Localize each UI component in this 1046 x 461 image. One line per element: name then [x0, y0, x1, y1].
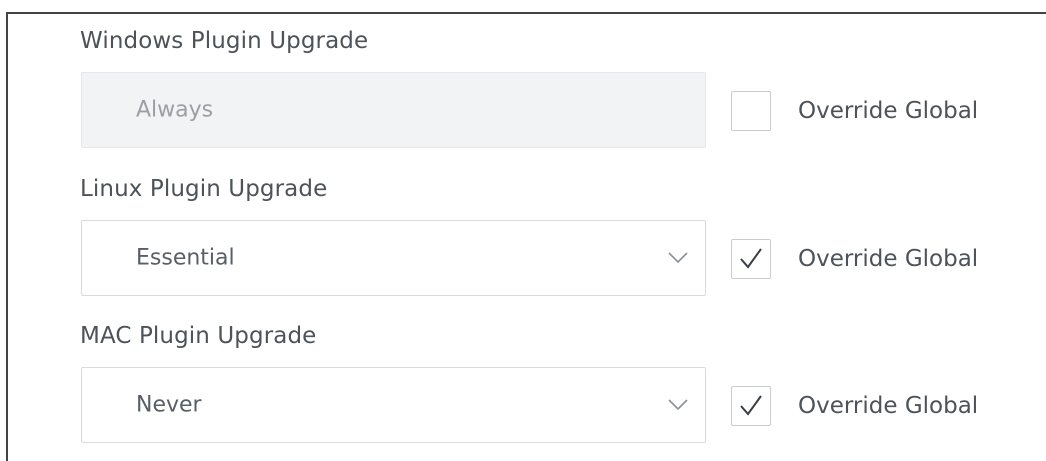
mac-plugin-upgrade-value: Never [136, 392, 202, 418]
chevron-down-icon[interactable] [667, 251, 689, 265]
windows-override-global-checkbox[interactable] [731, 91, 771, 131]
linux-override-global-checkbox[interactable] [731, 239, 771, 279]
chevron-down-icon[interactable] [667, 398, 689, 412]
windows-plugin-upgrade-value: Always [136, 97, 214, 123]
windows-override-global-label[interactable]: Override Global [798, 98, 978, 124]
checkmark-icon [740, 248, 762, 269]
checkmark-icon [740, 395, 762, 416]
linux-override-global-label[interactable]: Override Global [798, 246, 978, 272]
linux-plugin-upgrade-value: Essential [136, 245, 235, 271]
linux-plugin-upgrade-select[interactable]: Essential [81, 220, 706, 296]
mac-plugin-upgrade-select[interactable]: Never [81, 367, 706, 443]
windows-plugin-upgrade-label: Windows Plugin Upgrade [80, 28, 369, 54]
plugin-upgrade-panel: Windows Plugin Upgrade Always Override G… [6, 12, 1046, 461]
mac-override-global-checkbox[interactable] [731, 386, 771, 426]
mac-override-global-label[interactable]: Override Global [798, 393, 978, 419]
mac-plugin-upgrade-label: MAC Plugin Upgrade [80, 323, 317, 349]
linux-plugin-upgrade-label: Linux Plugin Upgrade [80, 176, 328, 202]
windows-plugin-upgrade-field: Always [81, 72, 706, 148]
